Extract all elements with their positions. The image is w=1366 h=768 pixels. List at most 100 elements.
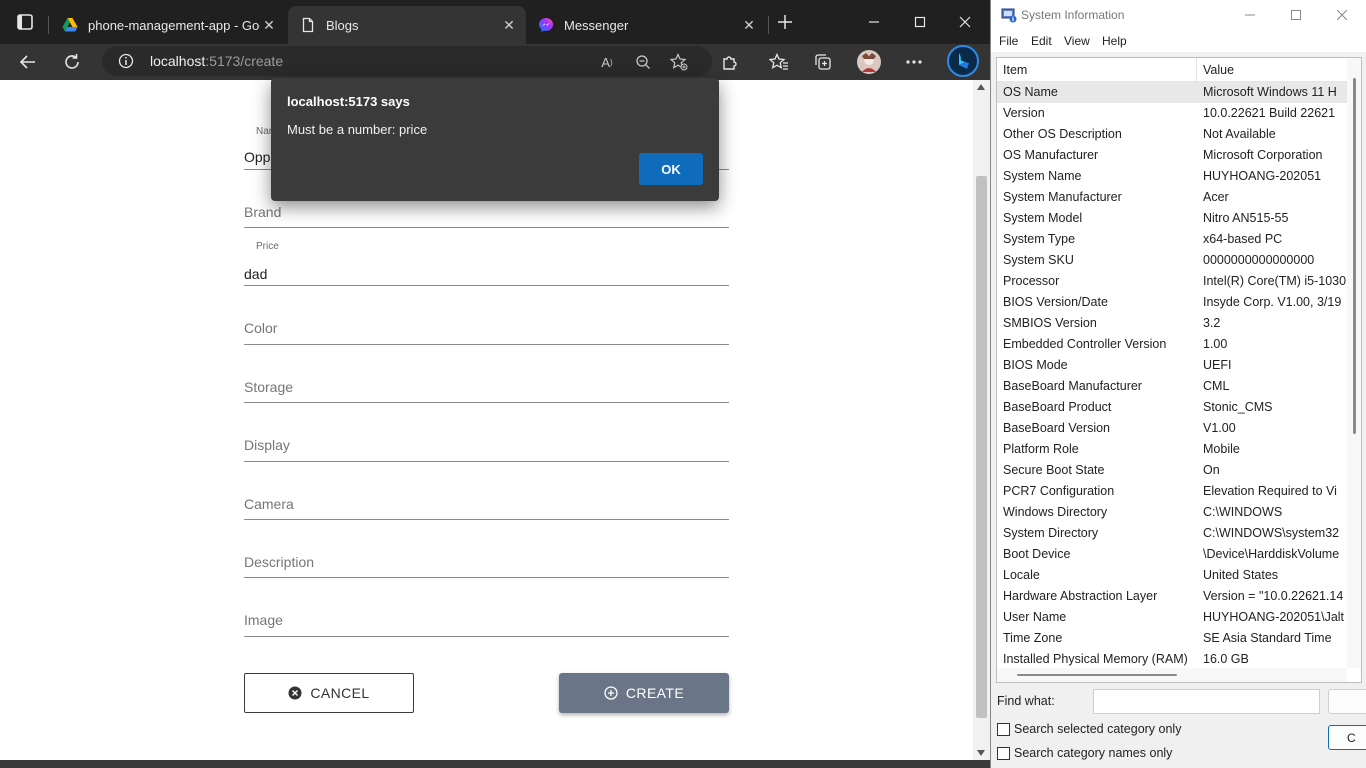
add-circle-icon bbox=[604, 686, 618, 700]
si-title-bar: System Information bbox=[991, 0, 1366, 30]
search-category-names-checkbox[interactable]: Search category names only bbox=[997, 746, 1172, 760]
column-value-header[interactable]: Value bbox=[1203, 63, 1234, 77]
close-tab-icon[interactable]: ✕ bbox=[500, 16, 518, 34]
row-item: System Name bbox=[1003, 169, 1082, 183]
scroll-down-arrow-icon[interactable] bbox=[977, 750, 985, 756]
read-aloud-icon[interactable]: A) bbox=[596, 51, 618, 73]
site-info-icon[interactable] bbox=[118, 53, 134, 69]
brand-field[interactable]: Brand bbox=[244, 198, 729, 228]
table-row[interactable]: PCR7 Configuration Elevation Required to … bbox=[997, 481, 1347, 502]
favorites-icon[interactable] bbox=[763, 46, 795, 78]
profile-avatar[interactable] bbox=[853, 46, 885, 78]
table-row[interactable]: System Manufacturer Acer bbox=[997, 187, 1347, 208]
find-button[interactable] bbox=[1328, 689, 1366, 714]
table-row[interactable]: SMBIOS Version 3.2 bbox=[997, 313, 1347, 334]
close-tab-icon[interactable]: ✕ bbox=[740, 16, 758, 34]
add-favorite-icon[interactable] bbox=[668, 51, 690, 73]
page-scrollbar[interactable] bbox=[973, 80, 990, 760]
row-value: On bbox=[1203, 463, 1220, 477]
address-bar[interactable]: localhost:5173/create A) bbox=[102, 46, 712, 76]
table-row[interactable]: OS Name Microsoft Windows 11 H bbox=[997, 82, 1347, 103]
row-value: Mobile bbox=[1203, 442, 1240, 456]
column-separator[interactable] bbox=[1196, 58, 1197, 82]
table-row[interactable]: System Directory C:\WINDOWS\system32 bbox=[997, 523, 1347, 544]
close-tab-icon[interactable]: ✕ bbox=[260, 16, 278, 34]
si-close-icon[interactable] bbox=[1327, 6, 1357, 24]
url-path: :5173/create bbox=[205, 53, 284, 69]
find-what-input[interactable] bbox=[1093, 689, 1320, 714]
system-summary-list[interactable]: Item Value OS Name Microsoft Windows 11 H… bbox=[996, 57, 1362, 683]
table-row[interactable]: BaseBoard Product Stonic_CMS bbox=[997, 397, 1347, 418]
storage-field[interactable]: Storage bbox=[244, 373, 729, 403]
table-row[interactable]: System Name HUYHOANG-202051 bbox=[997, 166, 1347, 187]
image-field[interactable]: Image bbox=[244, 607, 729, 637]
table-row[interactable]: User Name HUYHOANG-202051\Jalt bbox=[997, 607, 1347, 628]
table-row[interactable]: BaseBoard Manufacturer CML bbox=[997, 376, 1347, 397]
table-row[interactable]: Installed Physical Memory (RAM) 16.0 GB bbox=[997, 649, 1347, 670]
tab-blogs[interactable]: Blogs ✕ bbox=[288, 6, 526, 44]
table-row[interactable]: Other OS Description Not Available bbox=[997, 124, 1347, 145]
table-row[interactable]: BIOS Version/Date Insyde Corp. V1.00, 3/1… bbox=[997, 292, 1347, 313]
row-item: OS Manufacturer bbox=[1003, 148, 1099, 162]
url-host: localhost bbox=[150, 53, 206, 69]
zoom-out-icon[interactable] bbox=[632, 51, 654, 73]
camera-field[interactable]: Camera bbox=[244, 490, 729, 520]
display-field[interactable]: Display bbox=[244, 432, 729, 462]
si-horizontal-scrollbar[interactable] bbox=[997, 668, 1347, 682]
table-row[interactable]: BaseBoard Version V1.00 bbox=[997, 418, 1347, 439]
table-row[interactable]: Locale United States bbox=[997, 565, 1347, 586]
checkbox-box[interactable] bbox=[997, 746, 1010, 760]
table-row[interactable]: System Model Nitro AN515-55 bbox=[997, 208, 1347, 229]
menu-help[interactable]: Help bbox=[1102, 34, 1127, 48]
table-row[interactable]: Secure Boot State On bbox=[997, 460, 1347, 481]
close-find-button[interactable]: C bbox=[1328, 725, 1366, 750]
new-tab-icon[interactable] bbox=[762, 6, 808, 38]
table-row[interactable]: Processor Intel(R) Core(TM) i5-1030 bbox=[997, 271, 1347, 292]
menu-file[interactable]: File bbox=[999, 34, 1018, 48]
si-maximize-icon[interactable] bbox=[1281, 6, 1311, 24]
table-row[interactable]: Windows Directory C:\WINDOWS bbox=[997, 502, 1347, 523]
table-row[interactable]: Time Zone SE Asia Standard Time bbox=[997, 628, 1347, 649]
scroll-up-arrow-icon[interactable] bbox=[977, 84, 985, 90]
search-selected-category-checkbox[interactable]: Search selected category only bbox=[997, 722, 1181, 736]
table-row[interactable]: System Type x64-based PC bbox=[997, 229, 1347, 250]
table-row[interactable]: Platform Role Mobile bbox=[997, 439, 1347, 460]
scrollbar-thumb[interactable] bbox=[1353, 78, 1356, 434]
ok-button[interactable]: OK bbox=[639, 153, 703, 185]
minimize-icon[interactable] bbox=[851, 6, 897, 38]
tab-actions-icon[interactable] bbox=[12, 12, 38, 34]
extensions-icon[interactable] bbox=[714, 46, 746, 78]
cancel-button[interactable]: CANCEL bbox=[244, 673, 414, 713]
checkbox-box[interactable] bbox=[997, 722, 1010, 736]
refresh-icon[interactable] bbox=[56, 46, 88, 78]
menu-view[interactable]: View bbox=[1064, 34, 1090, 48]
table-row[interactable]: Version 10.0.22621 Build 22621 bbox=[997, 103, 1347, 124]
table-row[interactable]: System SKU 0000000000000000 bbox=[997, 250, 1347, 271]
find-what-label: Find what: bbox=[997, 694, 1055, 708]
color-field[interactable]: Color bbox=[244, 315, 729, 345]
tab-phone-management-app[interactable]: phone-management-app - Goog ✕ bbox=[50, 6, 286, 44]
table-row[interactable]: OS Manufacturer Microsoft Corporation bbox=[997, 145, 1347, 166]
scrollbar-thumb[interactable] bbox=[1017, 674, 1177, 676]
table-row[interactable]: Embedded Controller Version 1.00 bbox=[997, 334, 1347, 355]
close-window-icon[interactable] bbox=[942, 6, 988, 38]
back-icon[interactable] bbox=[12, 46, 44, 78]
table-row[interactable]: Hardware Abstraction Layer Version = "10.… bbox=[997, 586, 1347, 607]
si-vertical-scrollbar[interactable] bbox=[1347, 58, 1361, 668]
create-button[interactable]: CREATE bbox=[559, 673, 729, 713]
si-minimize-icon[interactable] bbox=[1235, 6, 1265, 24]
table-row[interactable]: Boot Device \Device\HarddiskVolume bbox=[997, 544, 1347, 565]
more-options-icon[interactable] bbox=[898, 46, 930, 78]
collections-icon[interactable] bbox=[807, 46, 839, 78]
row-item: System Manufacturer bbox=[1003, 190, 1122, 204]
price-field[interactable]: Price dad bbox=[244, 240, 729, 286]
tab-messenger[interactable]: Messenger ✕ bbox=[526, 6, 766, 44]
scrollbar-thumb[interactable] bbox=[976, 176, 987, 718]
table-row[interactable]: BIOS Mode UEFI bbox=[997, 355, 1347, 376]
row-item: Embedded Controller Version bbox=[1003, 337, 1167, 351]
menu-edit[interactable]: Edit bbox=[1031, 34, 1052, 48]
description-field[interactable]: Description bbox=[244, 548, 729, 578]
column-item-header[interactable]: Item bbox=[1003, 63, 1027, 77]
maximize-icon[interactable] bbox=[897, 6, 943, 38]
bing-copilot-icon[interactable] bbox=[945, 43, 981, 79]
